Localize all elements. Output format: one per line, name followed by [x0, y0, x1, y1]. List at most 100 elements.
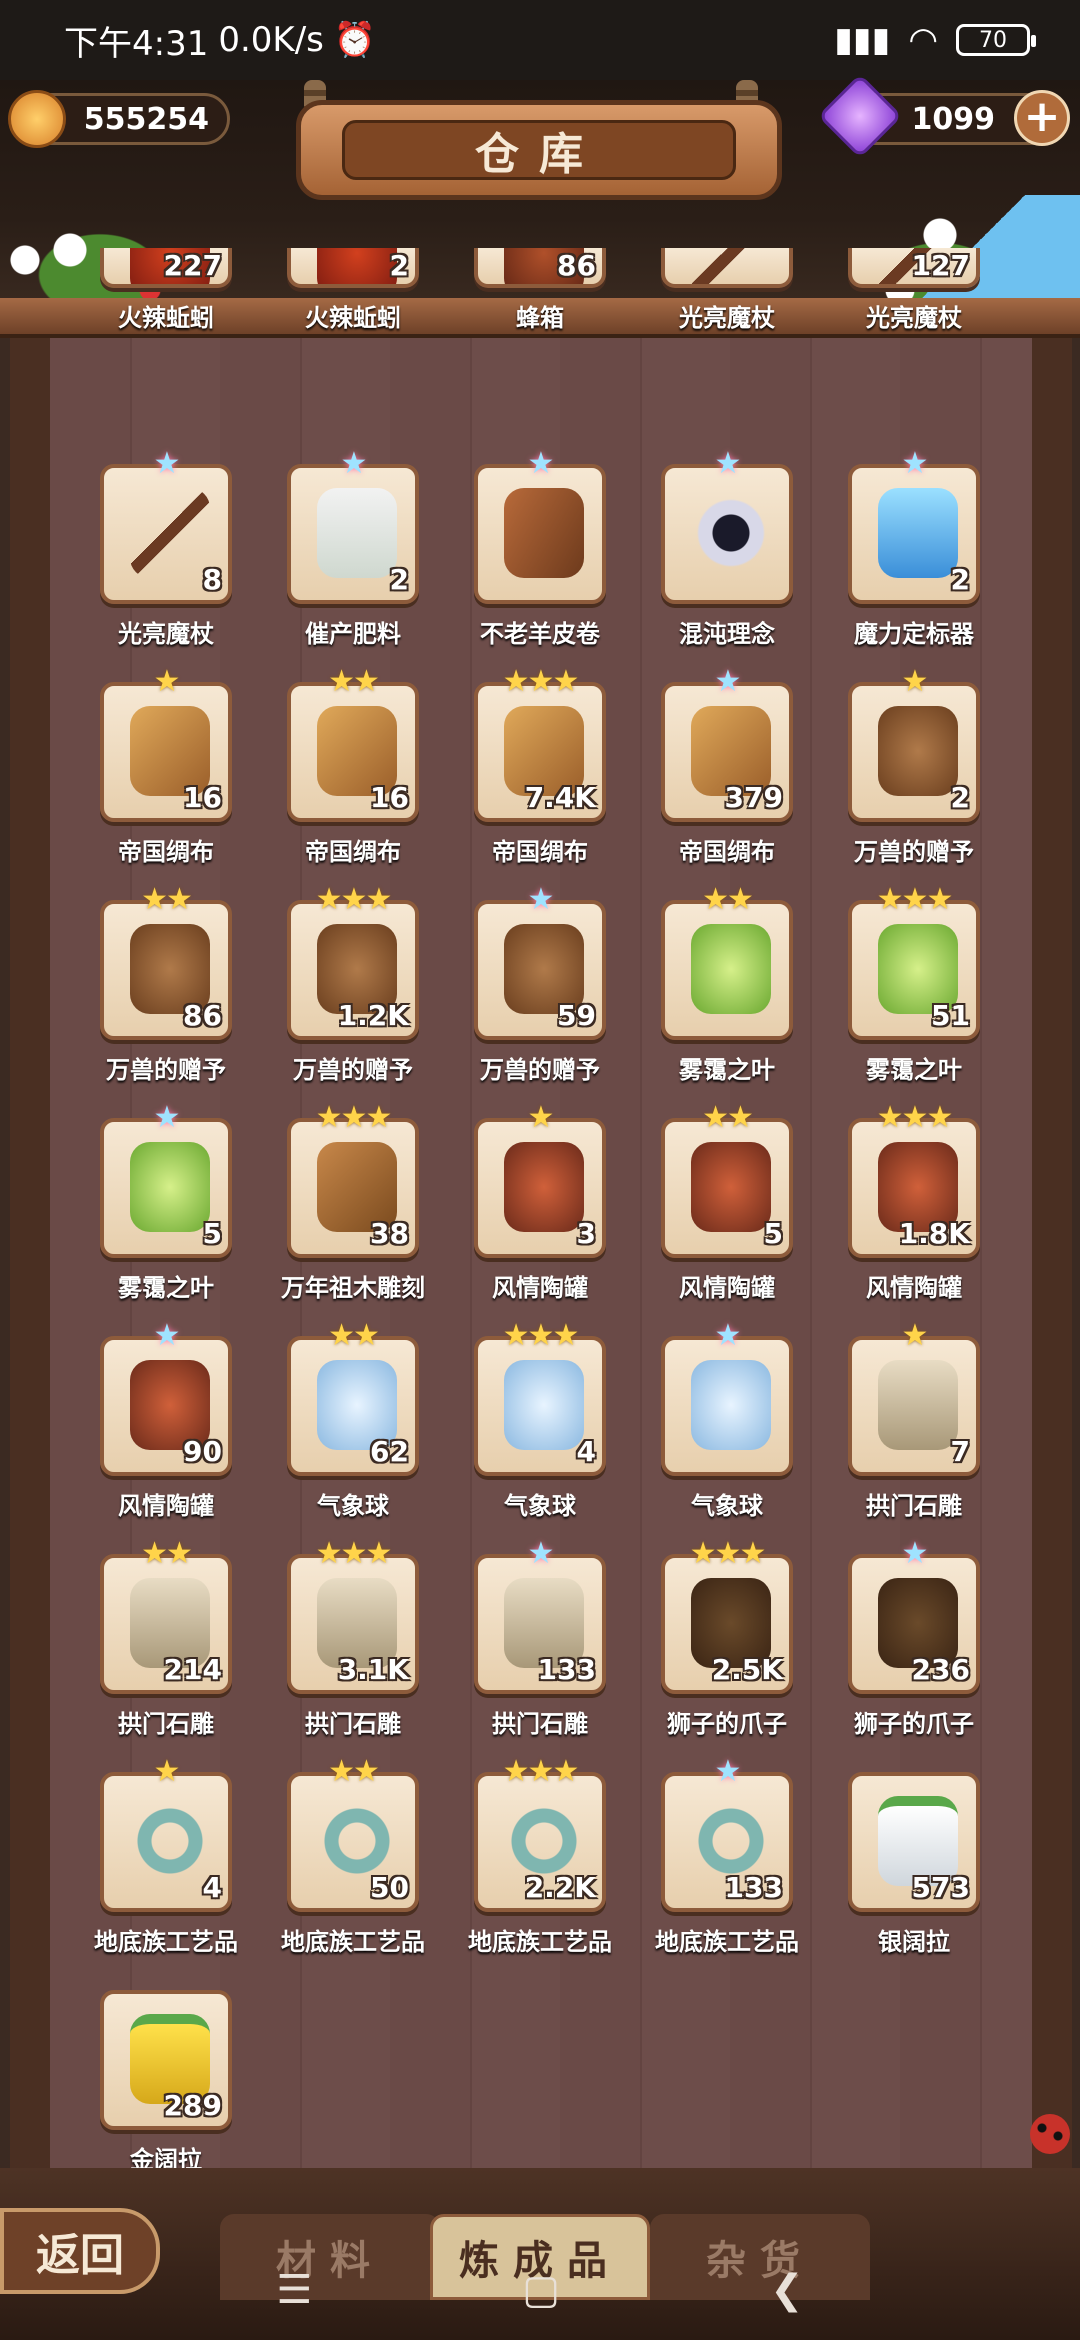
- item-card[interactable]: 7: [848, 1336, 980, 1476]
- inventory-item[interactable]: 86 蜂箱: [474, 148, 624, 348]
- item-count: 4: [576, 1435, 596, 1468]
- item-card[interactable]: [661, 1336, 793, 1476]
- inventory-item[interactable]: 2.2K ★★★ 地底族工艺品: [468, 1754, 624, 1972]
- item-card[interactable]: 5: [661, 1118, 793, 1258]
- inventory-item[interactable]: 214 ★★ 拱门石雕: [100, 1536, 250, 1754]
- inventory-item[interactable]: 4 ★ 地底族工艺品: [94, 1754, 250, 1972]
- inventory-item[interactable]: 3.1K ★★★ 拱门石雕: [287, 1536, 437, 1754]
- item-card[interactable]: 5: [100, 1118, 232, 1258]
- inventory-item[interactable]: 3 ★ 风情陶罐: [474, 1100, 624, 1318]
- inventory-item[interactable]: 379 ★ 帝国绸布: [661, 664, 811, 882]
- menu-icon[interactable]: ☰: [276, 2267, 312, 2313]
- inventory-item[interactable]: 50 ★★ 地底族工艺品: [281, 1754, 437, 1972]
- inventory-item[interactable]: 133 ★ 拱门石雕: [474, 1536, 624, 1754]
- inventory-item[interactable]: 7.4K ★★★ 帝国绸布: [474, 664, 624, 882]
- item-card[interactable]: 4: [474, 1336, 606, 1476]
- item-card[interactable]: 2: [287, 464, 419, 604]
- leaf-icon: [691, 924, 771, 1014]
- inventory-item[interactable]: 2 火辣蚯蚓: [287, 148, 437, 348]
- inventory-item[interactable]: 127 光亮魔杖: [848, 148, 998, 348]
- inventory-item[interactable]: 2 ★ 催产肥料: [287, 446, 437, 664]
- inventory-item[interactable]: 227 火辣蚯蚓: [100, 148, 250, 348]
- item-count: 3.1K: [337, 1653, 409, 1686]
- inventory-item[interactable]: 133 ★ 地底族工艺品: [655, 1754, 811, 1972]
- item-count: 133: [724, 1871, 783, 1904]
- item-card[interactable]: 51: [848, 900, 980, 1040]
- inventory-item[interactable]: 4 ★★★ 气象球: [474, 1318, 624, 1536]
- item-card[interactable]: 2: [848, 682, 980, 822]
- item-card[interactable]: [474, 464, 606, 604]
- pendant-icon: [878, 706, 958, 796]
- item-card[interactable]: 573: [848, 1772, 980, 1912]
- item-card[interactable]: 236: [848, 1554, 980, 1694]
- item-card[interactable]: 8: [100, 464, 232, 604]
- item-card[interactable]: 3: [474, 1118, 606, 1258]
- inventory-item[interactable]: 289 金阔拉: [100, 1990, 250, 2190]
- item-name: 不老羊皮卷: [480, 620, 600, 648]
- inventory-item[interactable]: ★ 气象球: [661, 1318, 811, 1536]
- item-card[interactable]: 2: [848, 464, 980, 604]
- inventory-item[interactable]: 光亮魔杖: [661, 148, 811, 348]
- item-card[interactable]: 133: [661, 1772, 793, 1912]
- item-card[interactable]: [661, 248, 793, 288]
- item-card[interactable]: 3.1K: [287, 1554, 419, 1694]
- inventory-item[interactable]: 2 ★ 魔力定标器: [848, 446, 998, 664]
- item-card[interactable]: 2.2K: [474, 1772, 606, 1912]
- item-count: 62: [370, 1435, 409, 1468]
- inventory-item[interactable]: 2.5K ★★★ 狮子的爪子: [661, 1536, 811, 1754]
- item-card[interactable]: 1.2K: [287, 900, 419, 1040]
- star-rating-icon: ★★: [702, 882, 754, 917]
- inventory-item[interactable]: 51 ★★★ 雾霭之叶: [848, 882, 998, 1100]
- item-count: 379: [724, 781, 783, 814]
- inventory-item[interactable]: ★★ 雾霭之叶: [661, 882, 811, 1100]
- item-card[interactable]: 86: [100, 900, 232, 1040]
- item-name: 雾霭之叶: [866, 1056, 962, 1084]
- item-card[interactable]: 289: [100, 1990, 232, 2130]
- inventory-item[interactable]: 59 ★ 万兽的赠予: [474, 882, 624, 1100]
- item-card[interactable]: 90: [100, 1336, 232, 1476]
- item-card[interactable]: [661, 464, 793, 604]
- inventory-item[interactable]: ★ 混沌理念: [661, 446, 811, 664]
- item-card[interactable]: 16: [100, 682, 232, 822]
- item-card[interactable]: [661, 900, 793, 1040]
- inventory-item[interactable]: 16 ★★ 帝国绸布: [287, 664, 437, 882]
- inventory-item[interactable]: 573 银阔拉: [848, 1772, 998, 1972]
- item-count: 38: [370, 1217, 409, 1250]
- inventory-item[interactable]: 1.8K ★★★ 风情陶罐: [848, 1100, 998, 1318]
- item-card[interactable]: 59: [474, 900, 606, 1040]
- home-icon[interactable]: ▢: [522, 2267, 560, 2313]
- inventory-item[interactable]: 7 ★ 拱门石雕: [848, 1318, 998, 1536]
- inventory-item[interactable]: 16 ★ 帝国绸布: [100, 664, 250, 882]
- item-card[interactable]: 2.5K: [661, 1554, 793, 1694]
- star-rating-icon: ★: [527, 1536, 555, 1571]
- inventory-item[interactable]: 236 ★ 狮子的爪子: [848, 1536, 998, 1754]
- inventory-item[interactable]: 90 ★ 风情陶罐: [100, 1318, 250, 1536]
- item-card[interactable]: 127: [848, 248, 980, 288]
- inventory-item[interactable]: 62 ★★ 气象球: [287, 1318, 437, 1536]
- inventory-item[interactable]: ★ 不老羊皮卷: [474, 446, 624, 664]
- inventory-item[interactable]: 5 ★★ 风情陶罐: [661, 1100, 811, 1318]
- inventory-item[interactable]: 8 ★ 光亮魔杖: [100, 446, 250, 664]
- item-card[interactable]: 4: [100, 1772, 232, 1912]
- item-card[interactable]: 214: [100, 1554, 232, 1694]
- item-name: 帝国绸布: [492, 838, 588, 866]
- item-card[interactable]: 50: [287, 1772, 419, 1912]
- item-card[interactable]: 62: [287, 1336, 419, 1476]
- inventory-item[interactable]: 5 ★ 雾霭之叶: [100, 1100, 250, 1318]
- inventory-item[interactable]: 38 ★★★ 万年祖木雕刻: [281, 1100, 437, 1318]
- inventory-item[interactable]: 2 ★ 万兽的赠予: [848, 664, 998, 882]
- item-card[interactable]: 2: [287, 248, 419, 288]
- back-icon[interactable]: ❮: [770, 2267, 804, 2313]
- inventory-item[interactable]: 86 ★★ 万兽的赠予: [100, 882, 250, 1100]
- item-card[interactable]: 1.8K: [848, 1118, 980, 1258]
- star-rating-icon: ★★★: [315, 1100, 393, 1135]
- item-card[interactable]: 227: [100, 248, 232, 288]
- item-name: 拱门石雕: [492, 1710, 588, 1738]
- inventory-item[interactable]: 1.2K ★★★ 万兽的赠予: [287, 882, 437, 1100]
- item-card[interactable]: 16: [287, 682, 419, 822]
- item-card[interactable]: 7.4K: [474, 682, 606, 822]
- item-card[interactable]: 379: [661, 682, 793, 822]
- item-card[interactable]: 133: [474, 1554, 606, 1694]
- item-card[interactable]: 86: [474, 248, 606, 288]
- item-card[interactable]: 38: [287, 1118, 419, 1258]
